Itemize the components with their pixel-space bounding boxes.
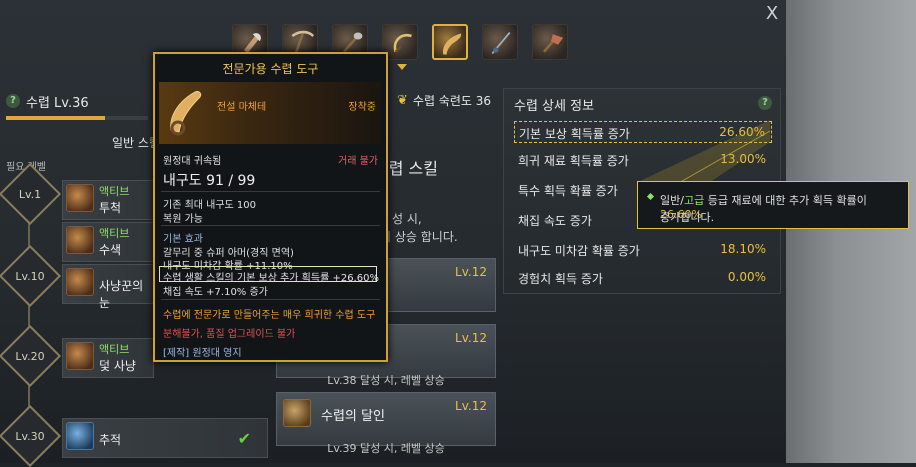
stat-tooltip: 일반/고급 등급 재료에 대한 추가 획득 확률이 26.60% 증가합니다. [637,181,909,229]
level-header: ? 수렵 Lv.36 [6,90,89,112]
life-skill-window: X ? 수렵 Lv.36 ❦ 수렵 숙련도 36 일반 스킬 필요 레벨 Lv.… [0,0,916,467]
stat-value: 0.00% [727,270,766,284]
stat-label: 희귀 재료 획득률 증가 [518,154,629,168]
detail-title: 수렵 상세 정보 [514,99,595,114]
level-node-label: Lv.10 [15,270,45,283]
card-level: Lv.12 [455,265,487,279]
callout-text: 등급 재료에 대한 추가 획득 확률이 [704,194,867,207]
background-strip [786,0,916,463]
middle-description: 성 시, 이 상승 합니다. [380,210,458,246]
level-node-label: Lv.20 [15,350,45,363]
skill-name: 추적 [99,433,122,447]
callout-line2: 증가합니다. [660,211,715,224]
skill-card-hunting-master[interactable]: 수렵의 달인 Lv.12 [276,392,496,446]
trap-skill-icon [66,342,94,370]
mastery-label: ❦ 수렵 숙련도 36 [397,92,491,109]
tooltip-effect: 수렵 생활 스킬의 기본 보상 추가 획득률 +26.60% [163,273,379,284]
close-button[interactable]: X [762,4,782,24]
tooltip-equipped: 장착중 [348,102,376,113]
skill-name: 투척 [99,201,122,215]
card-footnote: Lv.39 달성 시, 레벨 상승 [327,442,445,455]
tooltip-restore: 복원 가능 [163,214,203,225]
skill-type: 액티브 [99,343,130,356]
level-progress-fill [6,116,106,120]
tooltip-effect: 채집 속도 +7.10% 증가 [163,287,268,298]
tooltip-grade: 전설 마체테 [217,102,267,113]
search-skill-icon [66,226,94,254]
tooltip-divider [161,299,380,300]
card-level: Lv.12 [455,331,487,345]
stat-label: 경험치 획득 증가 [518,272,603,286]
spade-icon [543,34,564,53]
tooltip-description: 수렵에 전문가로 만들어주는 매우 희귀한 수렵 도구 [163,310,376,321]
stat-value: 26.60% [719,125,765,139]
item-tooltip: 전문가용 수렵 도구 전설 마체테 장착중 원정대 귀속됨 거래 불가 내구도 … [153,52,388,362]
tooltip-craft: [제작] 원정대 영지 [163,348,242,359]
card-footnote: Lv.38 달성 시, 레벨 상승 [327,374,445,387]
check-icon: ✔ [237,429,251,448]
eye-skill-icon [66,268,94,296]
tool-tab-spade[interactable] [532,24,568,60]
callout-text: 일반/ [660,194,684,207]
tooltip-divider [161,225,380,226]
fishing-rod-icon [491,31,511,55]
tracking-skill-icon [66,422,94,450]
stat-row[interactable]: 내구도 미차감 확률 증가 18.10% [514,239,772,261]
tooltip-max-durability: 기존 최대 내구도 100 [163,200,257,211]
stat-row[interactable]: 희귀 재료 획득률 증가 13.00% [514,149,772,171]
callout-grade: 고급 [683,194,705,207]
stat-label: 기본 보상 획득률 증가 [519,127,630,141]
skill-name: 수색 [99,243,122,257]
tooltip-effect-head: 기본 효과 [163,234,203,245]
desc-line: 이 상승 합니다. [380,230,458,244]
tooltip-title: 전문가용 수렵 도구 [222,62,319,76]
skill-trap-hunting[interactable]: 액티브 덫 사냥 [62,338,154,378]
card-name: 수렵의 달인 [321,409,385,424]
card-level: Lv.12 [455,399,487,413]
tool-tab-hook[interactable] [432,24,468,60]
tooltip-restriction: 분해불가, 품질 업그레이드 불가 [163,329,296,340]
machete-icon [170,91,202,136]
bullet-icon [646,192,655,201]
skill-type: 액티브 [99,227,130,240]
level-node-label: Lv.1 [18,188,42,201]
tooltip-divider [161,191,380,192]
stat-value: 18.10% [720,242,766,256]
level-title: 수렵 Lv.36 [26,95,89,111]
tool-tab-fishing-rod[interactable] [482,24,518,60]
mastery-text: 수렵 숙련도 36 [412,94,492,108]
desc-line: 성 시, [392,212,422,226]
stat-label: 내구도 미차감 확률 증가 [518,244,640,258]
hook-icon [442,33,462,55]
skill-search[interactable]: 액티브 수색 [62,222,154,262]
skill-type: 액티브 [99,185,130,198]
fast-forward-icon [283,399,311,427]
tooltip-durability: 내구도 91 / 99 [163,173,256,189]
tooltip-bound: 원정대 귀속됨 [163,156,222,167]
tooltip-trade: 거래 불가 [338,156,378,167]
level-node-label: Lv.30 [15,430,45,443]
level-progress-bar [6,116,148,120]
skill-throw[interactable]: 액티브 투척 [62,180,154,220]
stat-row[interactable]: 경험치 획득 증가 0.00% [514,267,772,289]
selected-tool-indicator [397,64,407,70]
stat-row[interactable]: 기본 보상 획득률 증가 26.60% [514,121,772,143]
skill-name: 사냥꾼의 눈 [99,279,144,310]
help-icon[interactable]: ? [6,94,20,108]
leaf-icon: ❦ [397,93,408,108]
skill-tracking[interactable]: 추적 ✔ [62,418,268,458]
skill-name: 덫 사냥 [99,359,136,373]
stat-label: 특수 획득 확률 증가 [518,184,618,198]
help-icon[interactable]: ? [758,96,772,110]
sickle-icon [393,33,412,53]
skill-hunters-eye[interactable]: 사냥꾼의 눈 [62,264,154,310]
stat-label: 채집 속도 증가 [518,214,592,228]
throw-skill-icon [66,184,94,212]
stat-value: 13.00% [720,152,766,166]
